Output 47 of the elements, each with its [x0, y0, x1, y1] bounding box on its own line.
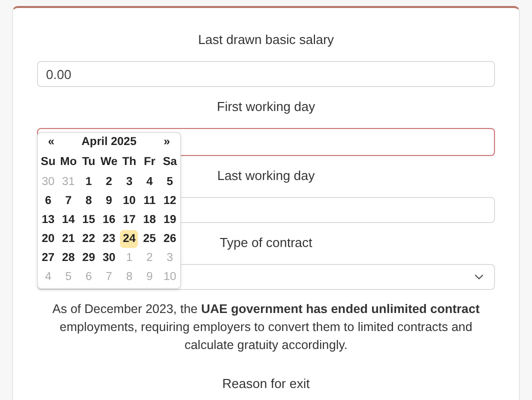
calendar-day[interactable]: 22: [80, 230, 98, 248]
calendar-day[interactable]: 11: [140, 192, 159, 210]
weekday-label: Su: [40, 154, 56, 170]
calendar-day[interactable]: 18: [140, 210, 159, 228]
calendar-day[interactable]: 26: [160, 230, 179, 248]
calendar-day[interactable]: 5: [160, 172, 179, 190]
calendar-day[interactable]: 27: [39, 248, 58, 266]
calendar-day[interactable]: 17: [120, 210, 138, 228]
weekday-label: Mo: [59, 154, 78, 170]
calendar-day[interactable]: 28: [59, 248, 78, 266]
calendar-day[interactable]: 9: [100, 192, 118, 210]
salary-field[interactable]: 0.00: [37, 61, 495, 87]
calendar-day[interactable]: 16: [100, 210, 118, 228]
field-label: Last drawn basic salary: [198, 31, 334, 49]
calendar-day[interactable]: 24: [120, 230, 138, 248]
weekday-label: Sa: [162, 154, 178, 170]
calendar-day[interactable]: 10: [120, 192, 138, 210]
calendar-day[interactable]: 29: [80, 248, 98, 266]
calendar-day[interactable]: 21: [59, 230, 78, 248]
calendar-day[interactable]: 19: [160, 210, 179, 228]
calendar-day[interactable]: 14: [59, 210, 78, 228]
calendar-day[interactable]: 23: [100, 230, 118, 248]
next-month-button[interactable]: »: [160, 134, 174, 152]
weekday-label: Th: [121, 154, 138, 170]
calendar-day[interactable]: 2: [100, 172, 118, 190]
month-title: April 2025: [82, 135, 136, 150]
field-label: Last working day: [217, 167, 315, 185]
weekday-label: Tu: [81, 154, 96, 170]
weekday-label: Fr: [142, 154, 156, 170]
weekday-label: We: [99, 154, 119, 170]
field-label: First working day: [216, 98, 316, 116]
calendar-day[interactable]: 7: [59, 192, 78, 210]
calendar-day[interactable]: 20: [39, 230, 58, 248]
contract-notice: As of December 2023, the UAE government has ended unlimited contract employments, requiring employers to convert them to limited contracts and calculate gratuity accordingly.: [51, 301, 481, 354]
previous-month-button[interactable]: «: [44, 134, 58, 152]
calendar-day[interactable]: 3: [120, 172, 138, 190]
calendar-day[interactable]: 6: [39, 192, 58, 210]
calendar-day[interactable]: 15: [80, 210, 98, 228]
calendar-day[interactable]: 25: [140, 230, 159, 248]
field-label: Type of contract: [220, 234, 312, 252]
calendar-day[interactable]: 4: [140, 172, 159, 190]
calendar-day[interactable]: 30: [100, 248, 118, 266]
calendar-day[interactable]: 12: [160, 192, 179, 210]
field-label: Reason for exit: [222, 375, 310, 393]
calendar-day[interactable]: 13: [39, 210, 58, 228]
calendar-day[interactable]: 8: [80, 192, 98, 210]
calendar-day[interactable]: 1: [80, 172, 98, 190]
